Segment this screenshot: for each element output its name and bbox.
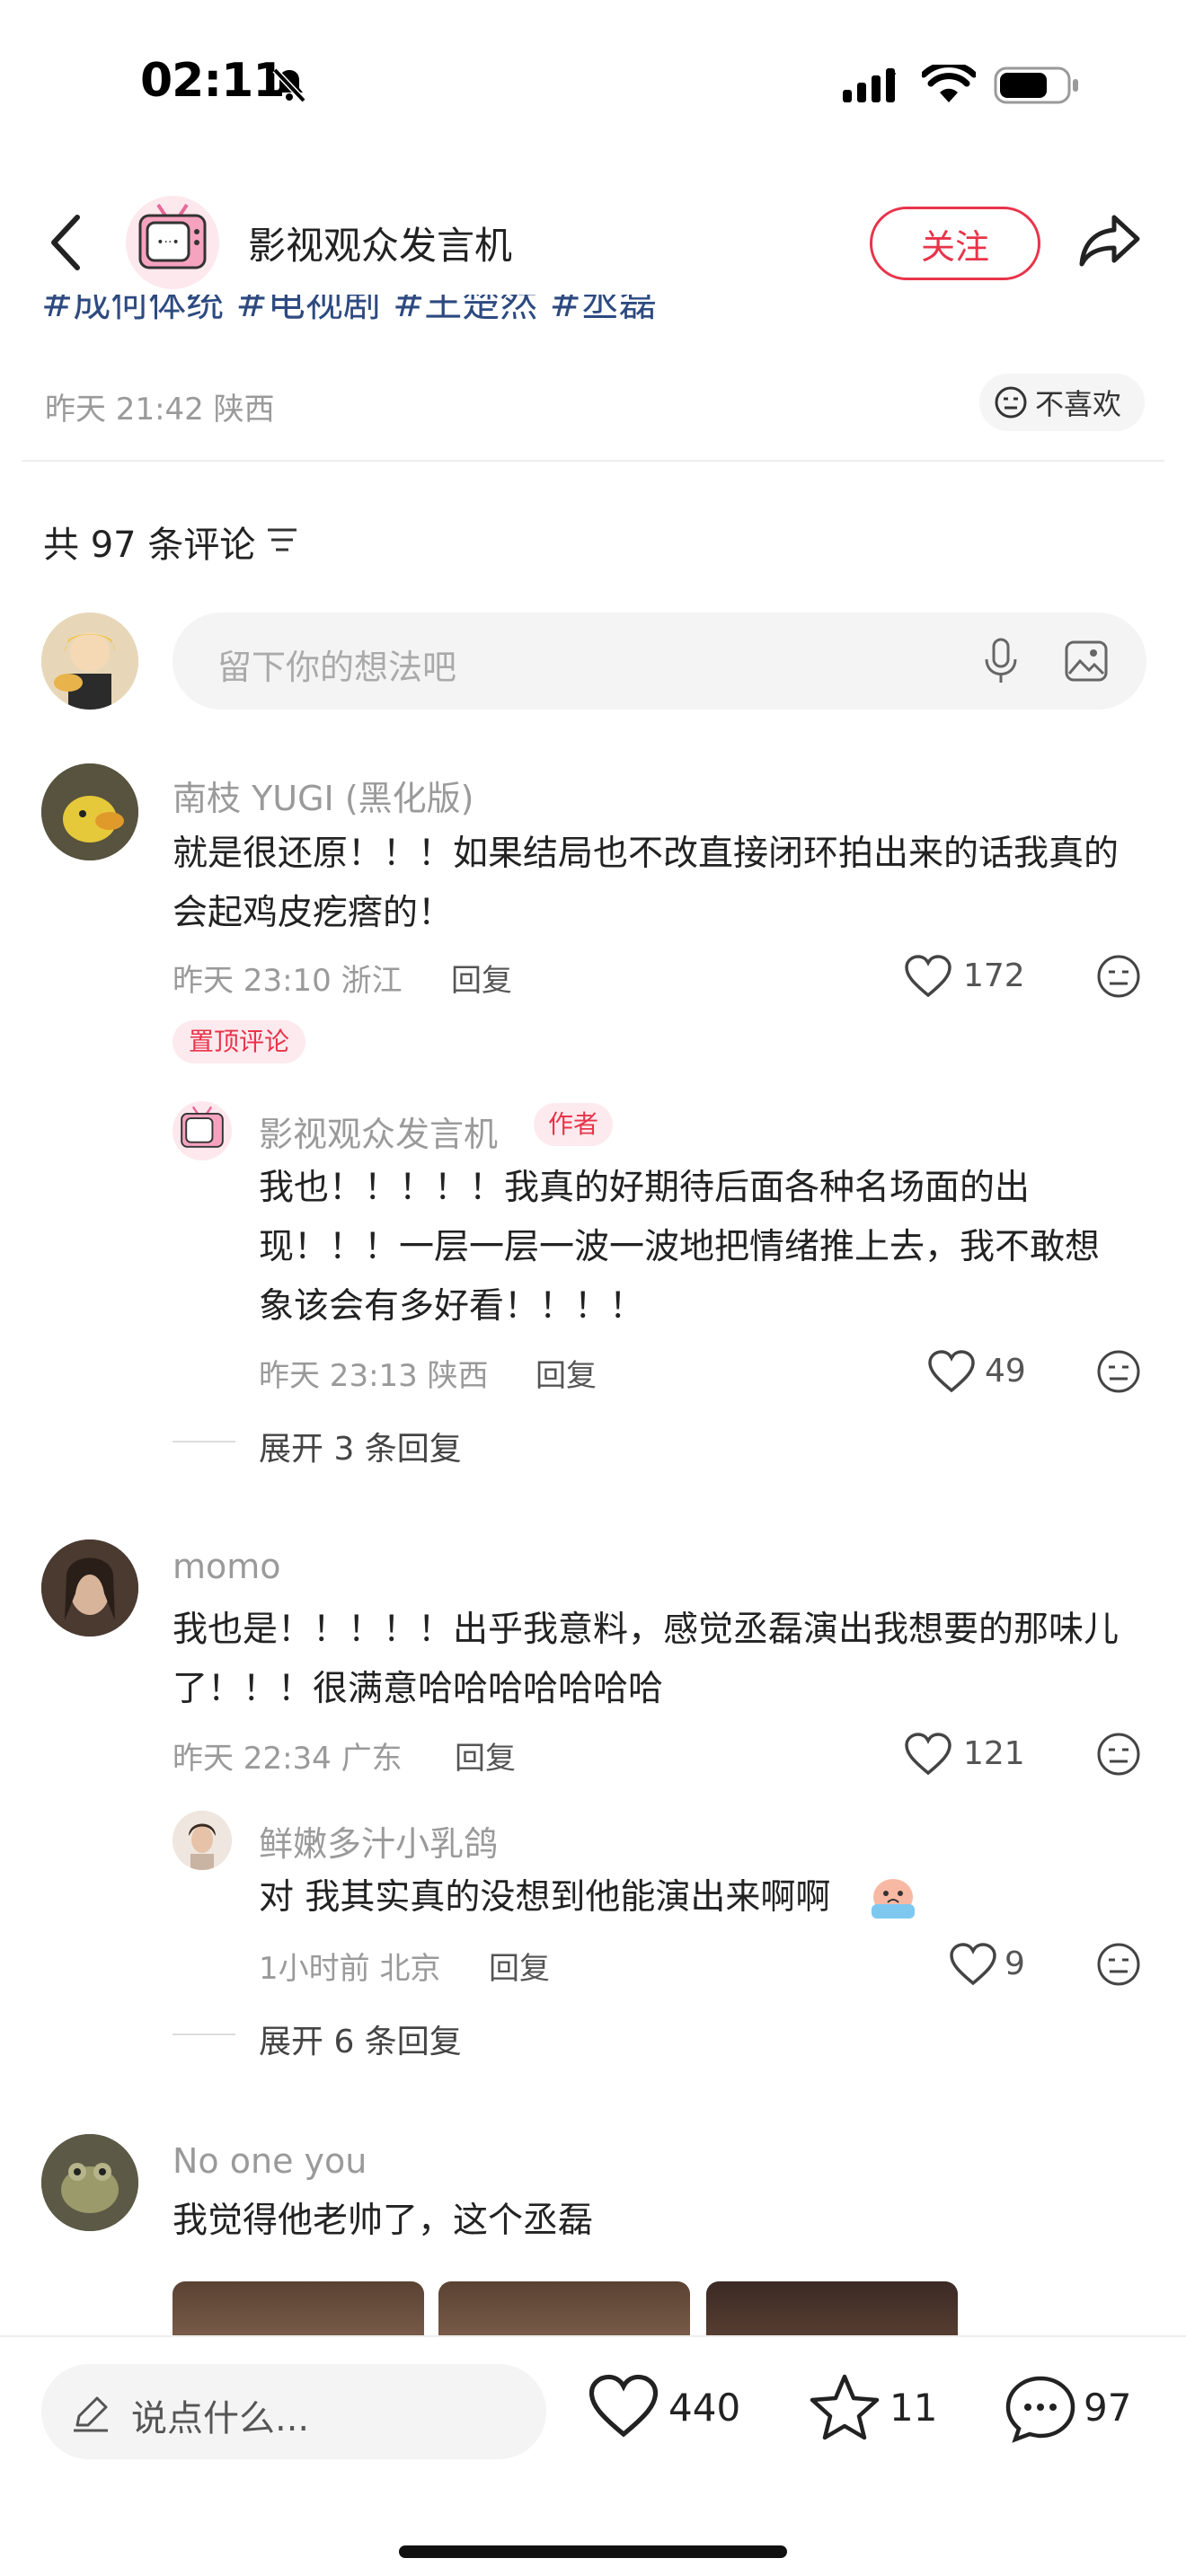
comment-bubble-icon[interactable]	[1005, 2375, 1076, 2443]
comment-text: 就是很还原！！！如果结局也不改直接闭环拍出来的话我真的会起鸡皮疙瘩的！	[173, 834, 1120, 933]
cellular-signal-icon	[841, 68, 902, 104]
commenter-avatar[interactable]	[41, 2134, 138, 2231]
home-indicator[interactable]	[399, 2545, 787, 2558]
post-tags[interactable]: #成何体统 #电视剧 #王楚然 #丞磊	[41, 295, 850, 340]
reply-meta: 1小时前 北京	[259, 1951, 441, 1987]
like-heart-icon[interactable]	[927, 1349, 976, 1394]
status-time: 02:11	[140, 54, 286, 108]
crying-emoji-icon	[868, 1874, 918, 1920]
dislike-face-icon[interactable]	[1096, 1732, 1141, 1777]
reply-avatar[interactable]	[173, 1101, 232, 1160]
mute-icon	[270, 65, 309, 104]
dislike-face-icon[interactable]	[1096, 1349, 1141, 1394]
like-count: 49	[985, 1353, 1026, 1389]
commenter-name[interactable]: No one you	[173, 2141, 367, 2181]
battery-icon	[994, 66, 1080, 104]
dislike-button[interactable]: 不喜欢	[979, 374, 1145, 431]
like-heart-icon[interactable]	[588, 2373, 659, 2439]
comment-text: 我觉得他老帅了，这个丞磊	[173, 2201, 594, 2241]
reply-button[interactable]: 回复	[451, 956, 512, 1000]
reply-user-name[interactable]: 影视观众发言机	[259, 1107, 498, 1156]
comment-input-placeholder[interactable]: 留下你的想法吧	[217, 640, 456, 689]
image-icon[interactable]	[1064, 640, 1109, 683]
dislike-face-icon[interactable]	[1096, 954, 1141, 999]
share-icon[interactable]	[1078, 212, 1141, 269]
commenter-name[interactable]: 南枝 YUGI (黑化版)	[173, 771, 474, 820]
follow-button[interactable]: 关注	[870, 207, 1040, 280]
like-count: 9	[1005, 1945, 1025, 1982]
wifi-icon	[922, 65, 976, 104]
reply-button[interactable]: 回复	[489, 1944, 550, 1988]
divider	[22, 460, 1164, 462]
sort-filter-icon[interactable]	[266, 525, 298, 555]
like-count: 172	[963, 957, 1025, 994]
post-like-count: 440	[668, 2386, 741, 2430]
say-something-placeholder[interactable]: 说点什么...	[131, 2389, 309, 2441]
pinned-badge: 置顶评论	[173, 1020, 306, 1063]
like-heart-icon[interactable]	[949, 1942, 997, 1987]
like-count: 121	[963, 1735, 1025, 1772]
reply-text: 我也！！！！！我真的好期待后面各种名场面的出现！！！一层一层一波一波地把情绪推上…	[259, 1168, 1101, 1327]
like-heart-icon[interactable]	[904, 954, 952, 999]
commenter-avatar[interactable]	[41, 763, 138, 860]
dislike-face-icon[interactable]	[1096, 1942, 1141, 1987]
expand-divider	[173, 2033, 235, 2035]
back-icon[interactable]	[49, 214, 84, 271]
reply-meta: 昨天 23:13 陕西	[259, 1358, 489, 1394]
star-icon[interactable]	[809, 2373, 881, 2441]
reply-button[interactable]: 回复	[455, 1734, 516, 1778]
commenter-avatar[interactable]	[41, 1539, 138, 1636]
my-avatar	[41, 613, 138, 710]
comment-meta: 昨天 22:34 广东	[173, 1741, 403, 1777]
comment-text: 我也是！！！！！出乎我意料，感觉丞磊演出我想要的那味儿了！！！很满意哈哈哈哈哈哈…	[173, 1610, 1120, 1709]
reply-text: 对 我其实真的没想到他能演出来啊啊	[259, 1877, 831, 1918]
account-name[interactable]: 影视观众发言机	[248, 216, 512, 270]
commenter-name[interactable]: momo	[173, 1547, 281, 1586]
svg-text:•··•: •··•	[156, 235, 179, 250]
post-favorite-count: 11	[890, 2386, 938, 2430]
expand-divider	[173, 1441, 235, 1442]
reply-button[interactable]: 回复	[535, 1351, 597, 1395]
account-avatar[interactable]: •··•	[126, 196, 219, 289]
post-date-location: 昨天 21:42 陕西	[45, 392, 275, 428]
expand-replies-button[interactable]: 展开 6 条回复	[259, 2016, 462, 2062]
microphone-icon[interactable]	[983, 636, 1019, 686]
author-badge: 作者	[534, 1103, 614, 1146]
comment-meta: 昨天 23:10 浙江	[173, 963, 403, 999]
neutral-face-icon	[995, 386, 1027, 419]
reply-avatar[interactable]	[173, 1811, 232, 1870]
reply-user-name[interactable]: 鲜嫩多汁小乳鸽	[259, 1816, 498, 1866]
like-heart-icon[interactable]	[904, 1732, 952, 1777]
pencil-icon	[70, 2393, 111, 2434]
dislike-label: 不喜欢	[1035, 387, 1122, 421]
post-comment-count: 97	[1084, 2386, 1132, 2430]
expand-replies-button[interactable]: 展开 3 条回复	[259, 1423, 462, 1469]
comment-count: 共 97 条评论	[43, 525, 256, 566]
